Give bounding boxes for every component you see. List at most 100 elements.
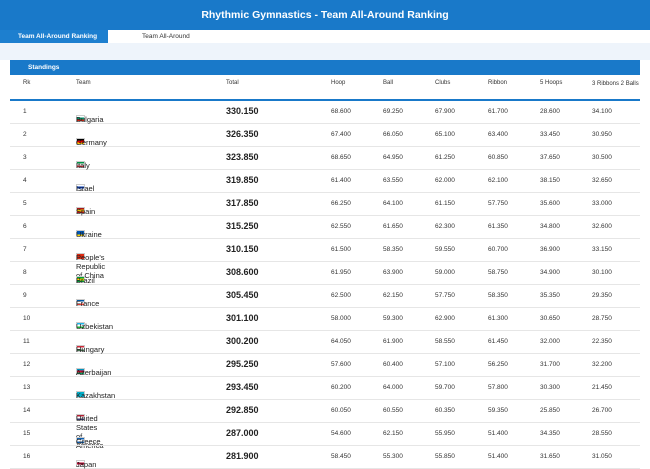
total-cell: 310.150	[226, 244, 259, 254]
ribbon-cell: 51.400	[488, 430, 508, 437]
five-hoops-cell: 35.350	[540, 292, 560, 299]
three-ribbons-two-balls-cell: 31.050	[592, 453, 612, 460]
ribbon-cell: 58.350	[488, 292, 508, 299]
page-header: Rhythmic Gymnastics - Team All-Around Ra…	[0, 0, 650, 30]
clubs-cell: 67.900	[435, 108, 455, 115]
table-row[interactable]: 2 Germany 326.350 67.400 66.050 65.100 63.400 3…	[10, 124, 640, 147]
ribbon-cell: 58.750	[488, 269, 508, 276]
team-name: Italy	[76, 161, 90, 170]
standings-title: Standings	[28, 64, 60, 71]
five-hoops-cell: 30.650	[540, 315, 560, 322]
table-row[interactable]: 12 Azerbaijan 295.250 57.600 60.400 57.100 56.…	[10, 354, 640, 377]
tab-team-all-around-ranking[interactable]: Team All-Around Ranking	[0, 30, 108, 43]
rank-cell: 3	[23, 154, 27, 161]
team-name: Brazil	[76, 276, 95, 285]
ball-cell: 63.550	[383, 177, 403, 184]
rank-cell: 6	[23, 223, 27, 230]
team-name: Azerbaijan	[76, 368, 112, 377]
table-row[interactable]: 10 Uzbekistan 301.100 58.000 59.300 62.900 61.…	[10, 308, 640, 331]
three-ribbons-two-balls-cell: 30.500	[592, 154, 612, 161]
ribbon-cell: 61.700	[488, 108, 508, 115]
five-hoops-cell: 34.900	[540, 269, 560, 276]
table-row[interactable]: 7 People's Republic of China 310.150 61.500…	[10, 239, 640, 280]
five-hoops-cell: 37.650	[540, 154, 560, 161]
five-hoops-cell: 32.000	[540, 338, 560, 345]
five-hoops-cell: 25.850	[540, 407, 560, 414]
three-ribbons-two-balls-cell: 33.000	[592, 200, 612, 207]
table-row[interactable]: 16 Japan 281.900 58.450 55.300 55.850 51.400 31…	[10, 446, 640, 469]
three-ribbons-two-balls-cell: 29.350	[592, 292, 612, 299]
standings-header: Standings	[10, 60, 640, 75]
clubs-cell: 57.100	[435, 361, 455, 368]
three-ribbons-two-balls-cell: 30.950	[592, 131, 612, 138]
col-ribbon: Ribbon	[488, 80, 508, 86]
three-ribbons-two-balls-cell: 34.100	[592, 108, 612, 115]
hoop-cell: 62.550	[331, 223, 351, 230]
header-band	[0, 43, 650, 60]
rank-cell: 1	[23, 108, 27, 115]
ribbon-cell: 60.850	[488, 154, 508, 161]
clubs-cell: 57.750	[435, 292, 455, 299]
hoop-cell: 61.950	[331, 269, 351, 276]
table-row[interactable]: 4 Israel 319.850 61.400 63.550 62.000 62.100 38…	[10, 170, 640, 193]
five-hoops-cell: 34.350	[540, 430, 560, 437]
tab-team-all-around[interactable]: Team All-Around	[142, 30, 190, 43]
three-ribbons-two-balls-cell: 28.550	[592, 430, 612, 437]
table-row[interactable]: 5 Spain 317.850 66.250 64.100 61.150 57.750 35.…	[10, 193, 640, 216]
total-cell: 295.250	[226, 359, 259, 369]
hoop-cell: 54.600	[331, 430, 351, 437]
ribbon-cell: 59.350	[488, 407, 508, 414]
col-rank: Rk	[23, 80, 31, 86]
table-header: Rk Team Total Hoop Ball Clubs Ribbon 5 H…	[10, 75, 640, 101]
table-row[interactable]: 3 Italy 323.850 68.650 64.950 61.250 60.850 37.…	[10, 147, 640, 170]
total-cell: 287.000	[226, 428, 259, 438]
col-total: Total	[226, 80, 239, 86]
hoop-cell: 64.050	[331, 338, 351, 345]
total-cell: 292.850	[226, 405, 259, 415]
ball-cell: 62.150	[383, 430, 403, 437]
five-hoops-cell: 34.800	[540, 223, 560, 230]
five-hoops-cell: 35.600	[540, 200, 560, 207]
three-ribbons-two-balls-cell: 26.700	[592, 407, 612, 414]
ball-cell: 61.900	[383, 338, 403, 345]
table-row[interactable]: 14United States of America292.85060.0506…	[10, 400, 640, 450]
hoop-cell: 60.050	[331, 407, 351, 414]
hoop-cell: 61.400	[331, 177, 351, 184]
team-name: Hungary	[76, 345, 105, 354]
table-row[interactable]: 8 Brazil 308.600 61.950 63.900 59.000 58.750 34…	[10, 262, 640, 285]
table-row[interactable]: 6 Ukraine 315.250 62.550 61.650 62.300 61.350 3…	[10, 216, 640, 239]
team-name: Greece	[76, 437, 101, 446]
three-ribbons-two-balls-cell: 32.650	[592, 177, 612, 184]
total-cell: 317.850	[226, 198, 259, 208]
ball-cell: 64.000	[383, 384, 403, 391]
ribbon-cell: 61.450	[488, 338, 508, 345]
col-five-hoops: 5 Hoops	[540, 80, 563, 86]
table-row[interactable]: 1 Bulgaria 330.150 68.600 69.250 67.900 61.700…	[10, 101, 640, 124]
col-team: Team	[76, 80, 91, 86]
rank-cell: 9	[23, 292, 27, 299]
total-cell: 326.350	[226, 129, 259, 139]
clubs-cell: 55.850	[435, 453, 455, 460]
rank-cell: 4	[23, 177, 27, 184]
table-row[interactable]: 9 France 305.450 62.500 62.150 57.750 58.350 35…	[10, 285, 640, 308]
ball-cell: 60.400	[383, 361, 403, 368]
table-row[interactable]: 15 Greece 287.000 54.600 62.150 55.950 51.400 3…	[10, 423, 640, 446]
five-hoops-cell: 28.600	[540, 108, 560, 115]
ball-cell: 59.300	[383, 315, 403, 322]
clubs-cell: 62.000	[435, 177, 455, 184]
hoop-cell: 57.600	[331, 361, 351, 368]
total-cell: 315.250	[226, 221, 259, 231]
table-row[interactable]: 11 Hungary 300.200 64.050 61.900 58.550 61.450…	[10, 331, 640, 354]
clubs-cell: 61.150	[435, 200, 455, 207]
rank-cell: 16	[23, 453, 31, 460]
five-hoops-cell: 31.700	[540, 361, 560, 368]
ribbon-cell: 61.300	[488, 315, 508, 322]
clubs-cell: 61.250	[435, 154, 455, 161]
total-cell: 301.100	[226, 313, 259, 323]
total-cell: 300.200	[226, 336, 259, 346]
rank-cell: 13	[23, 384, 31, 391]
rank-cell: 12	[23, 361, 31, 368]
team-name: Japan	[76, 460, 97, 469]
ball-cell: 58.350	[383, 246, 403, 253]
table-row[interactable]: 13 Kazakhstan 293.450 60.200 64.000 59.700 57.…	[10, 377, 640, 400]
